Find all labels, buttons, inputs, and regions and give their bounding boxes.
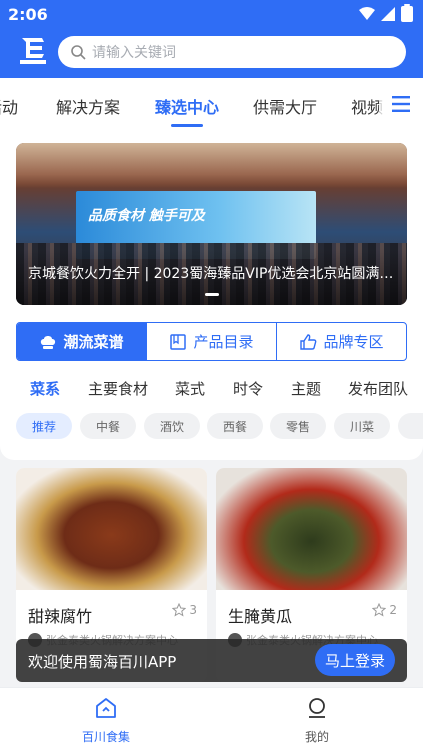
login-toast: 欢迎使用蜀海百川APP 马上登录 (16, 639, 407, 682)
home-icon (96, 698, 116, 718)
nav-home[interactable]: 百川食集 (56, 696, 156, 745)
segment-label: 产品目录 (193, 333, 254, 351)
active-tab-indicator (171, 124, 203, 127)
segment-control: 潮流菜谱 产品目录 品牌专区 (16, 322, 407, 361)
tag-chips: 推荐 中餐 酒饮 西餐 零售 川菜 (0, 413, 423, 441)
banner-screen-text: 品质食材 触手可及 (88, 208, 205, 224)
status-icons (359, 4, 413, 22)
recipe-photo (216, 468, 407, 590)
status-bar: 2:06 (0, 0, 423, 28)
nav-label: 我的 (304, 730, 329, 744)
tab-solutions[interactable]: 解决方案 (56, 94, 120, 118)
recipe-favorites[interactable]: 3 (172, 603, 197, 617)
bottom-navigation: 百川食集 我的 (0, 687, 423, 752)
tab-supply-demand[interactable]: 供需大厅 (253, 94, 317, 118)
login-button[interactable]: 马上登录 (315, 644, 395, 676)
status-time: 2:06 (8, 5, 48, 24)
banner-image (16, 143, 407, 188)
book-icon (170, 333, 187, 350)
wifi-icon (359, 7, 375, 20)
profile-icon (309, 698, 325, 718)
carousel-indicator (204, 293, 219, 296)
filter-row: 菜系 主要食材 菜式 时令 主题 发布团队 (0, 378, 423, 402)
filter-publish-team[interactable]: 发布团队 (348, 378, 408, 399)
thumbs-up-icon (300, 333, 317, 350)
category-tabs: 活动 解决方案 臻选中心 供需大厅 视频 (0, 78, 423, 130)
nav-label: 百川食集 (81, 730, 130, 744)
chip-more[interactable] (398, 413, 423, 439)
search-icon (71, 45, 86, 60)
app-logo-icon[interactable] (18, 34, 48, 68)
search-placeholder: 请输入关键词 (92, 45, 176, 61)
segment-product-catalog[interactable]: 产品目录 (146, 323, 276, 360)
tab-featured[interactable]: 臻选中心 (155, 94, 219, 118)
recipe-title: 甜辣腐竹 (28, 607, 93, 626)
filter-main-ingredient[interactable]: 主要食材 (88, 378, 148, 399)
nav-profile[interactable]: 我的 (267, 696, 367, 745)
chip-retail[interactable]: 零售 (270, 413, 326, 439)
chip-drinks[interactable]: 酒饮 (144, 413, 200, 439)
segment-brand-zone[interactable]: 品牌专区 (276, 323, 406, 360)
menu-icon (392, 96, 410, 112)
filter-theme[interactable]: 主题 (291, 378, 321, 399)
banner-carousel[interactable]: 品质食材 触手可及 京城餐饮火力全开 | 2023蜀海臻品VIP优选会北京站圆满… (16, 143, 407, 305)
segment-trend-recipes[interactable]: 潮流菜谱 (17, 323, 146, 360)
star-icon (172, 603, 187, 617)
segment-label: 品牌专区 (323, 333, 384, 351)
recipe-title: 生腌黄瓜 (228, 607, 293, 626)
recipe-favorites[interactable]: 2 (372, 603, 397, 617)
tab-activity[interactable]: 活动 (0, 94, 18, 118)
banner-caption: 京城餐饮火力全开 | 2023蜀海臻品VIP优选会北京站圆满落幕 (28, 266, 398, 282)
segment-label: 潮流菜谱 (63, 333, 124, 351)
chef-hat-icon (41, 335, 56, 349)
chip-recommended[interactable]: 推荐 (16, 413, 72, 439)
chip-western[interactable]: 西餐 (207, 413, 263, 439)
featured-content: 品质食材 触手可及 京城餐饮火力全开 | 2023蜀海臻品VIP优选会北京站圆满… (0, 130, 423, 460)
signal-icon (381, 7, 395, 21)
chip-chinese[interactable]: 中餐 (80, 413, 136, 439)
app-header: 2:06 请输入关键词 (0, 0, 423, 78)
filter-season[interactable]: 时令 (233, 378, 263, 399)
filter-dish-type[interactable]: 菜式 (175, 378, 205, 399)
battery-icon (401, 4, 413, 22)
filter-cuisine[interactable]: 菜系 (30, 378, 60, 399)
search-bar[interactable]: 请输入关键词 (58, 36, 406, 68)
chip-sichuan[interactable]: 川菜 (334, 413, 390, 439)
favorite-count: 2 (389, 603, 397, 617)
toast-message: 欢迎使用蜀海百川APP (28, 653, 177, 671)
star-icon (372, 603, 387, 617)
menu-button[interactable] (379, 78, 423, 130)
recipe-photo (16, 468, 207, 590)
favorite-count: 3 (189, 603, 197, 617)
